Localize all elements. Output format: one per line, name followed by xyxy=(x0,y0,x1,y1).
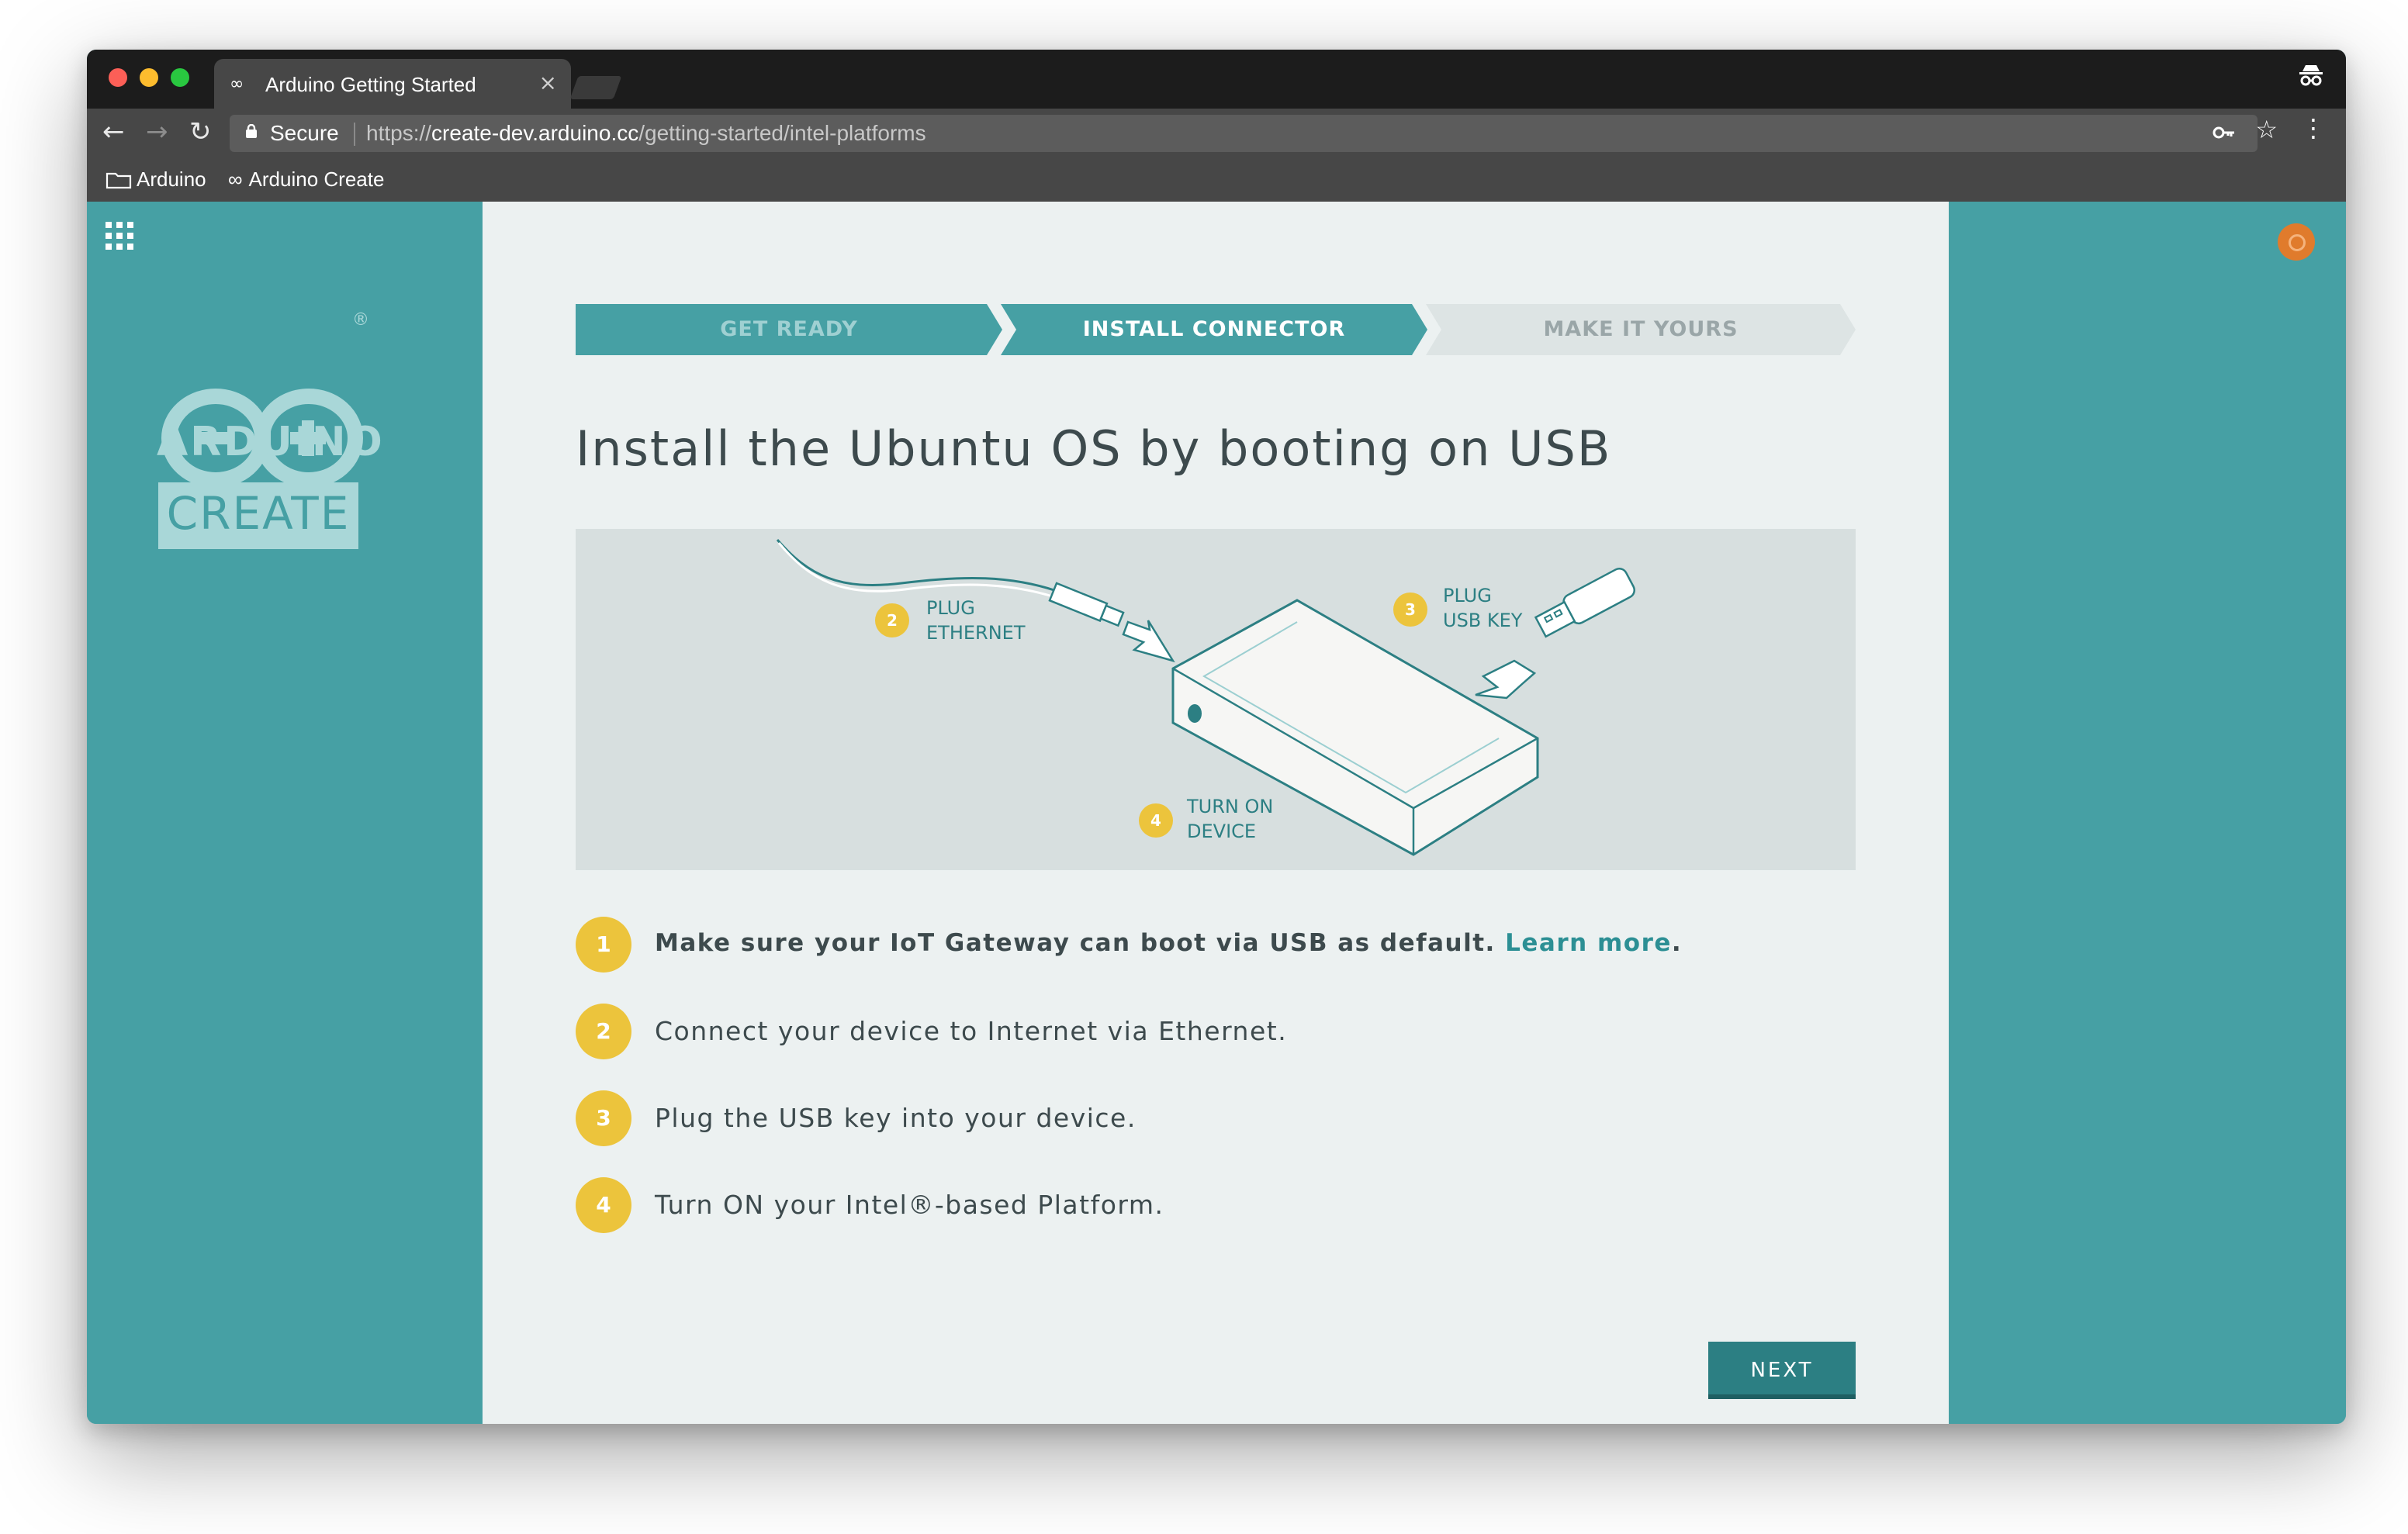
reload-icon[interactable]: ↻ xyxy=(189,116,212,147)
tab-title: Arduino Getting Started xyxy=(265,73,476,96)
step-get-ready: GET READY xyxy=(576,304,1002,355)
setup-illustration: 2 PLUG ETHERNET 3 PLUG USB KEY 4 TURN ON DE… xyxy=(576,529,1856,870)
progress-stepper: GET READY INSTALL CONNECTOR MAKE IT YOUR… xyxy=(576,304,1856,355)
label-line: USB KEY xyxy=(1443,610,1523,631)
step-number-badge: 2 xyxy=(576,1004,631,1059)
apps-grid-icon[interactable] xyxy=(106,222,137,253)
user-avatar[interactable] xyxy=(2278,223,2315,261)
label-line: PLUG xyxy=(926,597,975,619)
forward-arrow-icon[interactable]: → xyxy=(146,116,168,147)
step-number-badge: 4 xyxy=(576,1177,631,1233)
browser-toolbar: ← → ↻ Secure https://create-dev.arduino.… xyxy=(87,109,2346,158)
url-path: /getting-started/intel-platforms xyxy=(638,121,926,145)
instruction-text: Connect your device to Internet via Ethe… xyxy=(655,1016,1288,1046)
illustration-step-3-badge: 3 xyxy=(1393,593,1427,627)
lock-icon xyxy=(246,124,257,138)
main-panel: GET READY INSTALL CONNECTOR MAKE IT YOUR… xyxy=(483,202,1949,1424)
bookmark-star-icon[interactable]: ☆ xyxy=(2255,115,2278,144)
bookmark-label: Arduino Create xyxy=(248,168,385,191)
url-host: create-dev.arduino.cc xyxy=(431,121,639,145)
step-install-connector: INSTALL CONNECTOR xyxy=(1001,304,1427,355)
bookmark-label: Arduino xyxy=(137,168,206,191)
next-button[interactable]: NEXT xyxy=(1708,1342,1856,1399)
back-arrow-icon[interactable]: ← xyxy=(102,116,125,147)
label-line: DEVICE xyxy=(1187,821,1257,842)
logo-wordmark: ARDUINO xyxy=(157,419,385,465)
bookmarks-bar: Arduino ∞ Arduino Create xyxy=(87,158,2346,202)
illustration-label-ethernet: PLUG ETHERNET xyxy=(926,596,1026,645)
instruction-text: Plug the USB key into your device. xyxy=(655,1103,1137,1133)
instruction-suffix: . xyxy=(1671,929,1683,957)
title-bar: ∞ Arduino Getting Started × xyxy=(87,50,2346,109)
illustration-step-4-badge: 4 xyxy=(1139,803,1173,838)
infinity-icon: ∞ xyxy=(228,168,243,191)
minimize-window-button[interactable] xyxy=(140,68,158,87)
step-number-badge: 3 xyxy=(576,1090,631,1146)
instruction-item: 3 Plug the USB key into your device. xyxy=(576,1090,1856,1149)
key-icon[interactable] xyxy=(2213,119,2236,145)
page-title: Install the Ubuntu OS by booting on USB xyxy=(576,420,1612,477)
address-separator xyxy=(354,123,355,146)
url-text: https://create-dev.arduino.cc/getting-st… xyxy=(366,121,926,146)
label-line: ETHERNET xyxy=(926,622,1026,644)
secure-label: Secure xyxy=(270,121,339,145)
illustration-label-turn-on: TURN ON DEVICE xyxy=(1187,794,1273,844)
step-number-badge: 1 xyxy=(576,917,631,973)
new-tab-button[interactable] xyxy=(569,76,622,99)
folder-icon xyxy=(106,172,132,189)
zoom-window-button[interactable] xyxy=(171,68,189,87)
step-label: INSTALL CONNECTOR xyxy=(1082,317,1346,341)
step-label: GET READY xyxy=(720,317,858,341)
illustration-step-2-badge: 2 xyxy=(875,603,909,637)
address-bar[interactable]: Secure https://create-dev.arduino.cc/get… xyxy=(230,115,2258,152)
instruction-item: 2 Connect your device to Internet via Et… xyxy=(576,1004,1856,1062)
incognito-icon xyxy=(2298,64,2324,93)
close-tab-icon[interactable]: × xyxy=(539,70,557,95)
bookmark-arduino[interactable]: Arduino xyxy=(106,168,206,192)
step-make-it-yours: MAKE IT YOURS xyxy=(1426,304,1856,355)
registered-mark: ® xyxy=(352,310,369,330)
illustration-label-usb-key: PLUG USB KEY xyxy=(1443,583,1522,633)
close-window-button[interactable] xyxy=(109,68,127,87)
infinity-icon: ∞ xyxy=(230,74,244,94)
instruction-body: Make sure your IoT Gateway can boot via … xyxy=(655,929,1506,957)
instruction-text: Make sure your IoT Gateway can boot via … xyxy=(655,929,1682,957)
instruction-item: 1 Make sure your IoT Gateway can boot vi… xyxy=(576,917,1856,976)
bookmark-arduino-create[interactable]: ∞ Arduino Create xyxy=(228,168,384,192)
create-badge: CREATE xyxy=(158,482,358,549)
instruction-item: 4 Turn ON your Intel®-based Platform. xyxy=(576,1177,1856,1236)
learn-more-link[interactable]: Learn more xyxy=(1505,929,1672,957)
label-line: TURN ON xyxy=(1187,796,1274,817)
label-line: PLUG xyxy=(1443,585,1492,606)
page-content: ® ARDUINO CREATE GET READY INSTALL CONNE… xyxy=(87,202,2346,1424)
browser-tab[interactable]: ∞ Arduino Getting Started × xyxy=(214,59,571,109)
browser-menu-icon[interactable]: ⋮ xyxy=(2301,113,2326,143)
create-label: CREATE xyxy=(166,487,351,540)
browser-window: ∞ Arduino Getting Started × ← → ↻ Secure… xyxy=(87,50,2346,1424)
step-label: MAKE IT YOURS xyxy=(1543,317,1739,341)
instruction-text: Turn ON your Intel®-based Platform. xyxy=(655,1190,1164,1220)
url-scheme: https:// xyxy=(366,121,432,145)
